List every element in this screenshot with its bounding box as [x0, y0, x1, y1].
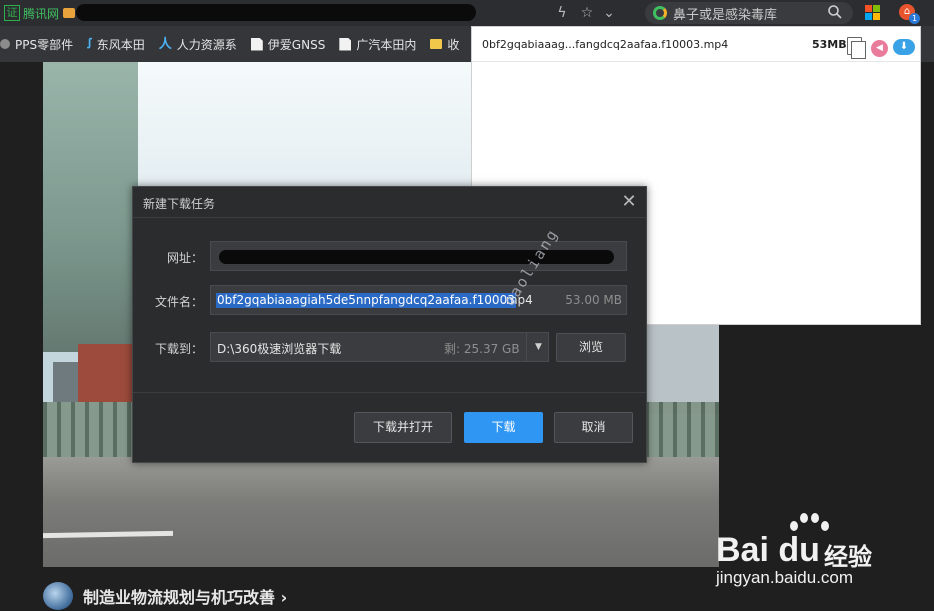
baidu-suffix: 经验 — [824, 543, 872, 571]
file-size: 53.00 MB — [565, 293, 622, 307]
download-file-name: 0bf2gqabiaaag...fangdcq2aafaa.f10003.mp4 — [482, 38, 729, 51]
avatar — [43, 582, 73, 610]
bookmark-item[interactable]: 人 人力资源系 — [159, 36, 237, 53]
bookmark-label: PPS零部件 — [15, 37, 74, 52]
site-verified-icon: 证 — [4, 5, 20, 21]
bookmark-item[interactable]: 广汽本田内 — [339, 36, 416, 53]
url-field[interactable] — [210, 241, 627, 271]
article-link[interactable]: 制造业物流规划与机巧改善 › — [43, 582, 287, 610]
folder-icon — [430, 39, 443, 49]
dialog-title: 新建下载任务 — [143, 197, 216, 211]
cloud-download-icon[interactable]: ⬇ — [893, 39, 915, 55]
video-trees — [43, 62, 138, 352]
video-road — [43, 457, 719, 567]
doc-icon — [339, 37, 352, 51]
baidu-brand: Bai du — [716, 531, 820, 569]
dot-icon — [0, 39, 10, 49]
baidu-watermark: Bai du 经验 jingyan.baidu.com — [716, 511, 934, 611]
browse-button[interactable]: 浏览 — [556, 333, 626, 362]
brand-icon: ꭍ — [87, 36, 92, 52]
article-title: 制造业物流规划与机巧改善 › — [83, 588, 288, 607]
address-bar-redacted[interactable] — [76, 4, 476, 21]
search-engine-icon — [653, 6, 667, 20]
active-tab[interactable]: 证 腾讯网 — [4, 3, 76, 23]
cancel-button[interactable]: 取消 — [554, 412, 633, 443]
bookmark-label: 广汽本田内 — [356, 37, 417, 52]
file-name-selection: 0bf2gqabiaaagiah5de5nnpfangdcq2aafaa.f10… — [216, 293, 516, 308]
bookmark-item[interactable]: 收 — [430, 36, 459, 53]
url-redaction — [219, 250, 614, 264]
dialog-header: 新建下载任务 ✕ — [133, 187, 646, 218]
lightning-icon[interactable]: ϟ — [553, 4, 571, 22]
download-list-item[interactable]: 0bf2gqabiaaag...fangdcq2aafaa.f10003.mp4… — [472, 27, 920, 62]
video-container-stack — [78, 344, 132, 402]
free-space: 剩: 25.37 GB — [444, 342, 520, 356]
close-icon[interactable]: ✕ — [619, 192, 639, 212]
video-warehouse — [643, 324, 719, 414]
chevron-down-icon[interactable]: ⌄ — [600, 4, 618, 22]
brand-icon: 人 — [158, 36, 172, 52]
bookmark-label: 收 — [447, 37, 460, 52]
play-icon[interactable]: ◀ — [871, 40, 888, 57]
new-download-dialog: 新建下载任务 ✕ 网址： 文件名： 0bf2gqabiaaagiah5de5nn… — [132, 186, 647, 463]
bookmark-label: 东风本田 — [96, 37, 145, 52]
download-file-size: 53MB — [812, 38, 847, 51]
site-name: 腾讯网 — [23, 6, 60, 21]
save-to-label: 下载到： — [154, 342, 203, 356]
search-input[interactable]: 鼻子或是感染毒库 — [645, 2, 853, 24]
dialog-divider — [133, 392, 646, 393]
doc-icon — [250, 37, 263, 51]
save-path-select[interactable]: D:\360极速浏览器下载 剩: 25.37 GB ▼ — [210, 332, 549, 362]
download-button[interactable]: 下载 — [464, 412, 543, 443]
copy-icon[interactable] — [847, 37, 866, 59]
extension-badge: 1 — [909, 13, 920, 24]
download-and-open-button[interactable]: 下载并打开 — [354, 412, 452, 443]
bookmark-item[interactable]: ꭍ 东风本田 — [87, 36, 145, 53]
bookmark-item[interactable]: 伊爱GNSS — [250, 36, 326, 53]
browser-titlebar: 证 腾讯网 ϟ ☆ ⌄ 鼻子或是感染毒库 ⌂ 1 — [0, 0, 934, 26]
url-label: 网址： — [166, 251, 203, 265]
apps-grid-icon[interactable] — [865, 5, 880, 20]
folder-icon — [63, 8, 76, 18]
save-path: D:\360极速浏览器下载 — [217, 342, 342, 356]
file-name-field[interactable]: 0bf2gqabiaaagiah5de5nnpfangdcq2aafaa.f10… — [210, 285, 627, 315]
extension-button[interactable]: ⌂ 1 — [896, 2, 920, 24]
star-icon[interactable]: ☆ — [578, 4, 596, 22]
search-icon[interactable] — [827, 4, 843, 20]
bookmark-label: 人力资源系 — [176, 37, 237, 52]
baidu-url: jingyan.baidu.com — [716, 568, 854, 587]
bookmark-item[interactable]: PPS零部件 — [0, 36, 73, 53]
file-name-label: 文件名： — [154, 295, 203, 309]
search-placeholder: 鼻子或是感染毒库 — [673, 7, 778, 23]
dropdown-arrow-icon[interactable]: ▼ — [526, 333, 550, 361]
bookmark-label: 伊爱GNSS — [267, 37, 326, 52]
